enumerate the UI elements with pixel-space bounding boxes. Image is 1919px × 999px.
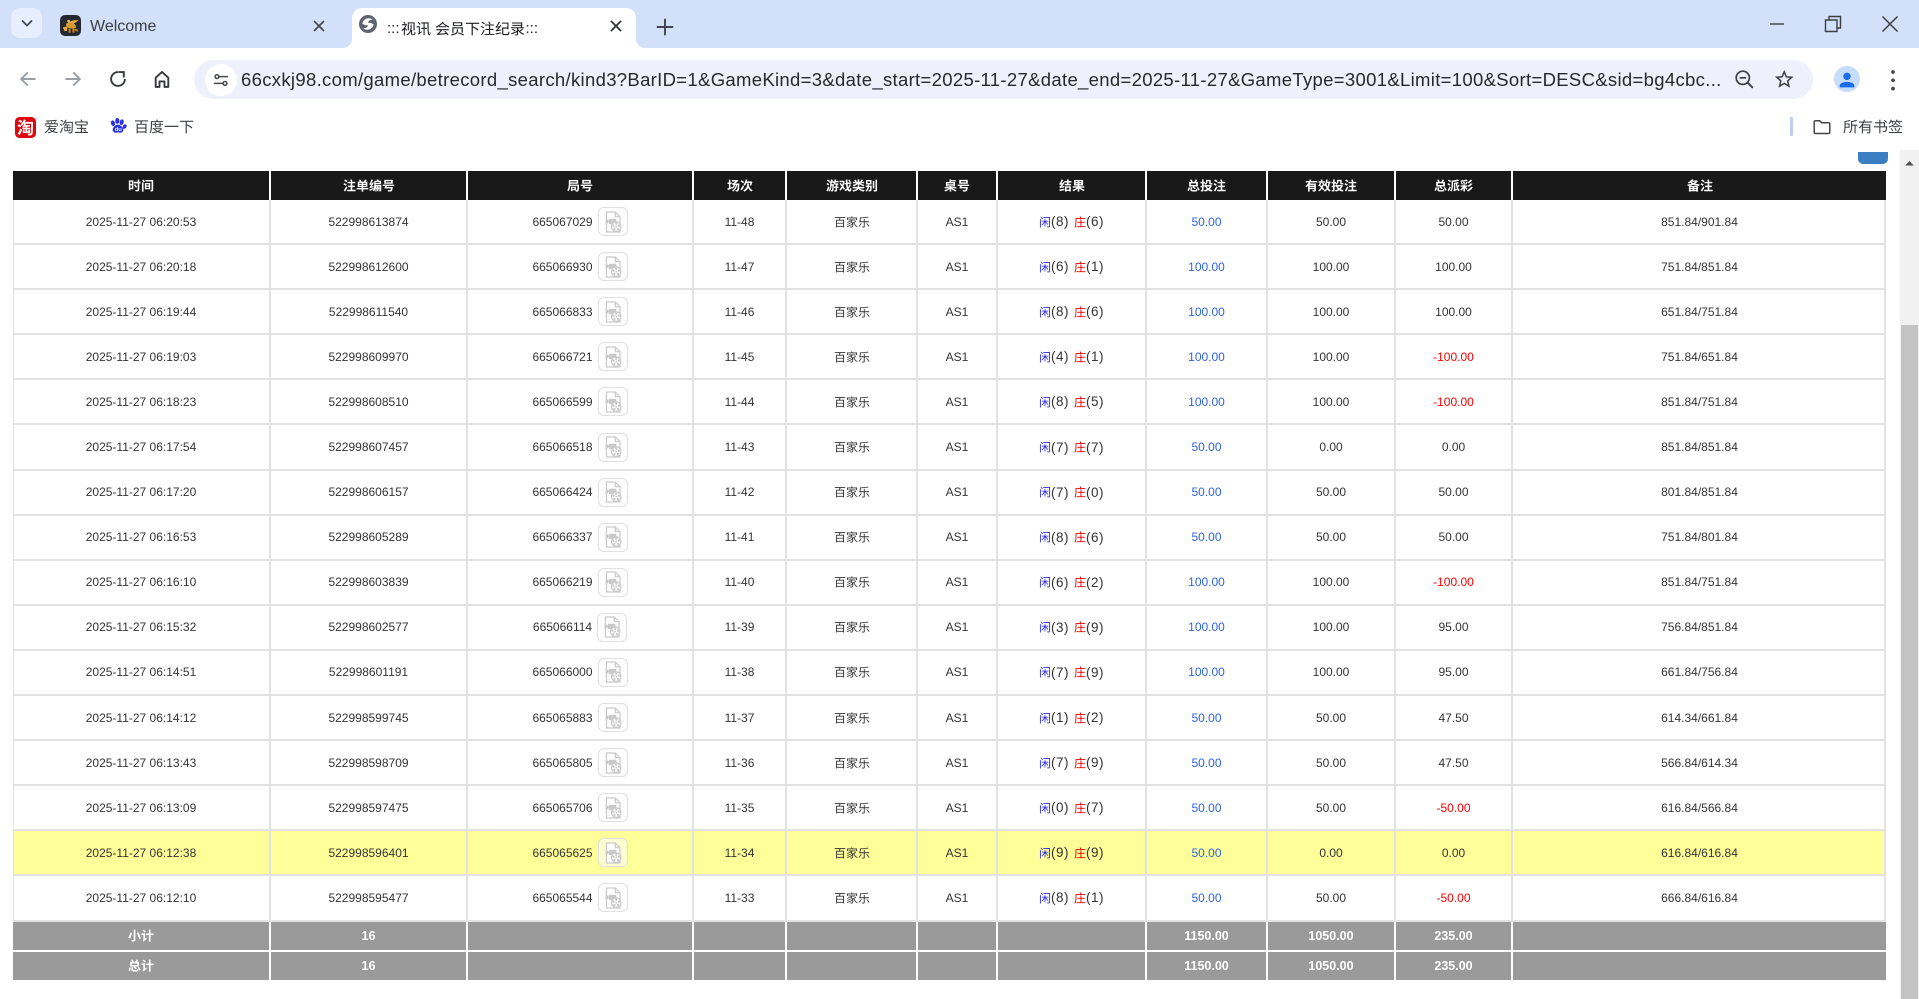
svg-text:du: du (115, 127, 123, 133)
